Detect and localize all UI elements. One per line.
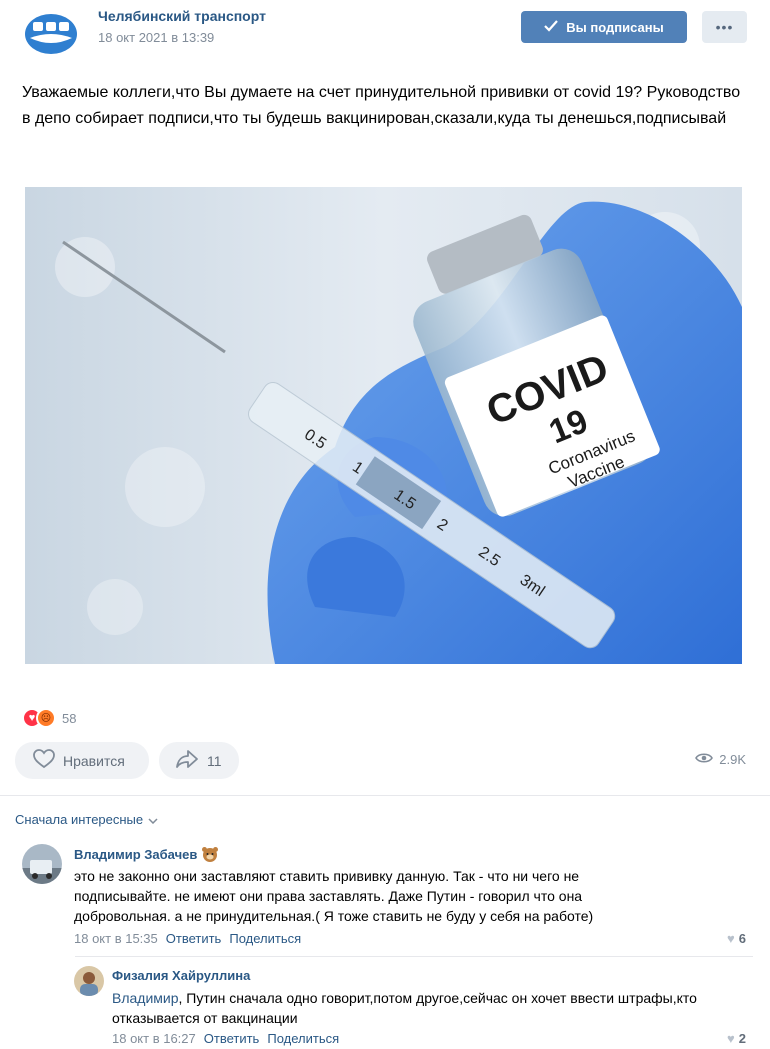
comment-like-count: 6 [738,931,746,946]
post-header: Челябинский транспорт 18 окт 2021 в 13:3… [0,0,770,64]
bear-emoji-icon [201,846,219,862]
post-text: Уважаемые коллеги,что Вы думаете на счет… [22,84,741,127]
views-count: 2.9K [719,752,746,767]
comment-date[interactable]: 18 окт в 15:35 [74,931,158,946]
subscribed-button[interactable]: Вы подписаны [521,11,687,43]
reactions-count: 58 [62,710,77,726]
reply-like-count: 2 [738,1031,746,1046]
heart-outline-icon [33,749,55,772]
reply-divider [75,956,753,957]
sort-label: Сначала интересные [15,812,144,827]
comment-text: это не законно они заставляют ставить пр… [74,868,594,924]
reply-avatar[interactable] [74,966,104,996]
reactions-summary[interactable]: ♥ ☹ 58 [22,706,76,730]
eye-icon [695,752,714,767]
comment-author-link[interactable]: Владимир Забачев [74,846,219,862]
reply-text-body: , Путин сначала одно говорит,потом друго… [112,990,697,1026]
reply-meta: 18 окт в 16:27 Ответить Поделиться [112,1031,339,1046]
reply-reply-link[interactable]: Ответить [204,1031,260,1046]
reply-share-link[interactable]: Поделиться [267,1031,339,1046]
group-avatar[interactable] [22,8,80,56]
reply-link[interactable]: Ответить [166,931,222,946]
heart-icon: ♥ [727,1031,735,1046]
reply-text: Владимир, Путин сначала одно говорит,пот… [112,988,712,1028]
subscribed-label: Вы подписаны [566,19,664,35]
comment-like-button[interactable]: ♥ 6 [727,931,746,946]
post-date[interactable]: 18 окт 2021 в 13:39 [98,30,214,45]
reply-date[interactable]: 18 окт в 16:27 [112,1031,196,1046]
comment-avatar[interactable] [22,844,62,884]
like-button[interactable]: Нравится [15,742,149,779]
share-count: 11 [207,752,222,769]
reply-mention-link[interactable]: Владимир [112,990,179,1006]
comment-author-name: Владимир Забачев [74,846,198,862]
more-options-button[interactable]: ••• [702,11,747,43]
more-dots-icon: ••• [715,19,734,35]
like-label: Нравится [63,752,125,769]
angry-reaction-icon: ☹ [36,708,56,728]
views-counter: 2.9K [695,752,746,767]
share-arrow-icon [175,749,199,772]
comment-meta: 18 окт в 15:35 Ответить Поделиться [74,931,301,946]
checkmark-icon [544,19,559,35]
share-button[interactable]: 11 [159,742,239,779]
reply-author-link[interactable]: Физалия Хайруллина [112,968,250,983]
post-divider [0,795,770,796]
share-link[interactable]: Поделиться [229,931,301,946]
reply-author-name: Физалия Хайруллина [112,968,251,983]
group-name-link[interactable]: Челябинский транспорт [98,8,266,24]
reply-like-button[interactable]: ♥ 2 [727,1031,746,1046]
heart-icon: ♥ [727,931,735,946]
comments-sort-dropdown[interactable]: Сначала интересные [15,812,158,827]
chevron-down-icon [148,812,158,827]
post-image[interactable]: COVID 19 Coronavirus Vaccine 0.5 1 1.5 2… [25,187,742,664]
